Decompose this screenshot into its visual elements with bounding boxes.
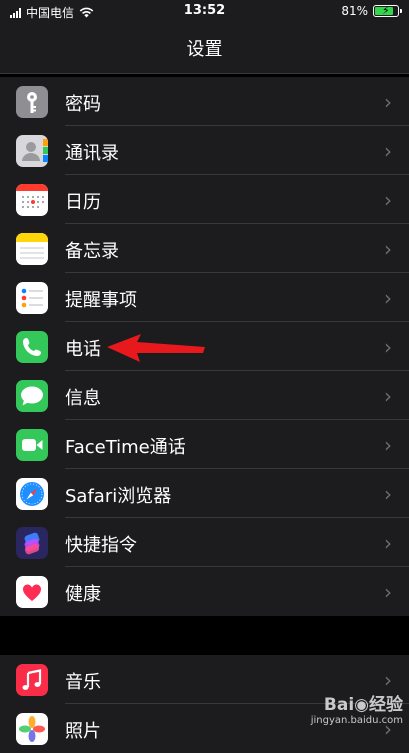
settings-row-contacts[interactable]: 通讯录 › <box>0 126 409 175</box>
shortcuts-icon <box>16 527 48 559</box>
messages-icon <box>16 380 48 412</box>
row-label: 电话 <box>65 339 101 360</box>
chevron-right-icon: › <box>384 335 392 359</box>
settings-row-shortcuts[interactable]: 快捷指令 › <box>0 518 409 567</box>
music-icon <box>16 664 48 696</box>
battery-icon: ⚡ <box>373 4 402 17</box>
chevron-right-icon: › <box>384 286 392 310</box>
navigation-bar: 设置 <box>0 24 409 74</box>
settings-row-safari[interactable]: Safari浏览器 › <box>0 469 409 518</box>
chevron-right-icon: › <box>384 668 392 692</box>
row-label: FaceTime通话 <box>65 437 186 458</box>
chevron-right-icon: › <box>384 433 392 457</box>
watermark-brand: Bai◉经验 <box>323 695 403 715</box>
notes-icon <box>16 233 48 265</box>
health-icon <box>16 576 48 608</box>
row-label: 提醒事项 <box>65 290 137 311</box>
status-right: 81% ⚡ <box>341 4 402 18</box>
charging-bolt-icon: ⚡ <box>382 4 390 17</box>
settings-row-health[interactable]: 健康 › <box>0 567 409 616</box>
calendar-icon <box>16 184 48 216</box>
row-label: 信息 <box>65 388 101 409</box>
row-label: 密码 <box>65 94 101 115</box>
settings-row-facetime[interactable]: FaceTime通话 › <box>0 420 409 469</box>
chevron-right-icon: › <box>384 90 392 114</box>
watermark-site: jingyan.baidu.com <box>310 715 403 726</box>
contacts-icon <box>16 135 48 167</box>
facetime-icon <box>16 429 48 461</box>
safari-icon <box>16 478 48 510</box>
chevron-right-icon: › <box>384 384 392 408</box>
row-label: Safari浏览器 <box>65 486 172 507</box>
row-label: 日历 <box>65 192 101 213</box>
row-label: 音乐 <box>65 672 101 693</box>
row-label: 照片 <box>65 721 101 742</box>
settings-row-passwords[interactable]: 密码 › <box>0 77 409 126</box>
reminders-icon <box>16 282 48 314</box>
photos-icon <box>16 713 48 745</box>
key-icon <box>16 86 48 118</box>
phone-icon <box>16 331 48 363</box>
red-arrow-annotation <box>107 334 205 362</box>
settings-row-reminders[interactable]: 提醒事项 › <box>0 273 409 322</box>
page-title: 设置 <box>186 39 223 60</box>
chevron-right-icon: › <box>384 531 392 555</box>
chevron-right-icon: › <box>384 237 392 261</box>
row-label: 健康 <box>65 584 101 605</box>
baidu-jingyan-watermark: Bai◉经验 jingyan.baidu.com <box>311 690 403 726</box>
chevron-right-icon: › <box>384 482 392 506</box>
chevron-right-icon: › <box>384 139 392 163</box>
row-label: 快捷指令 <box>65 535 137 556</box>
settings-row-messages[interactable]: 信息 › <box>0 371 409 420</box>
battery-percent: 81% <box>341 4 368 18</box>
row-label: 通讯录 <box>65 143 119 164</box>
settings-row-notes[interactable]: 备忘录 › <box>0 224 409 273</box>
settings-row-calendar[interactable]: 日历 › <box>0 175 409 224</box>
chevron-right-icon: › <box>384 580 392 604</box>
chevron-right-icon: › <box>384 188 392 212</box>
row-label: 备忘录 <box>65 241 119 262</box>
status-bar: 中国电信 13:52 81% ⚡ <box>0 0 409 24</box>
